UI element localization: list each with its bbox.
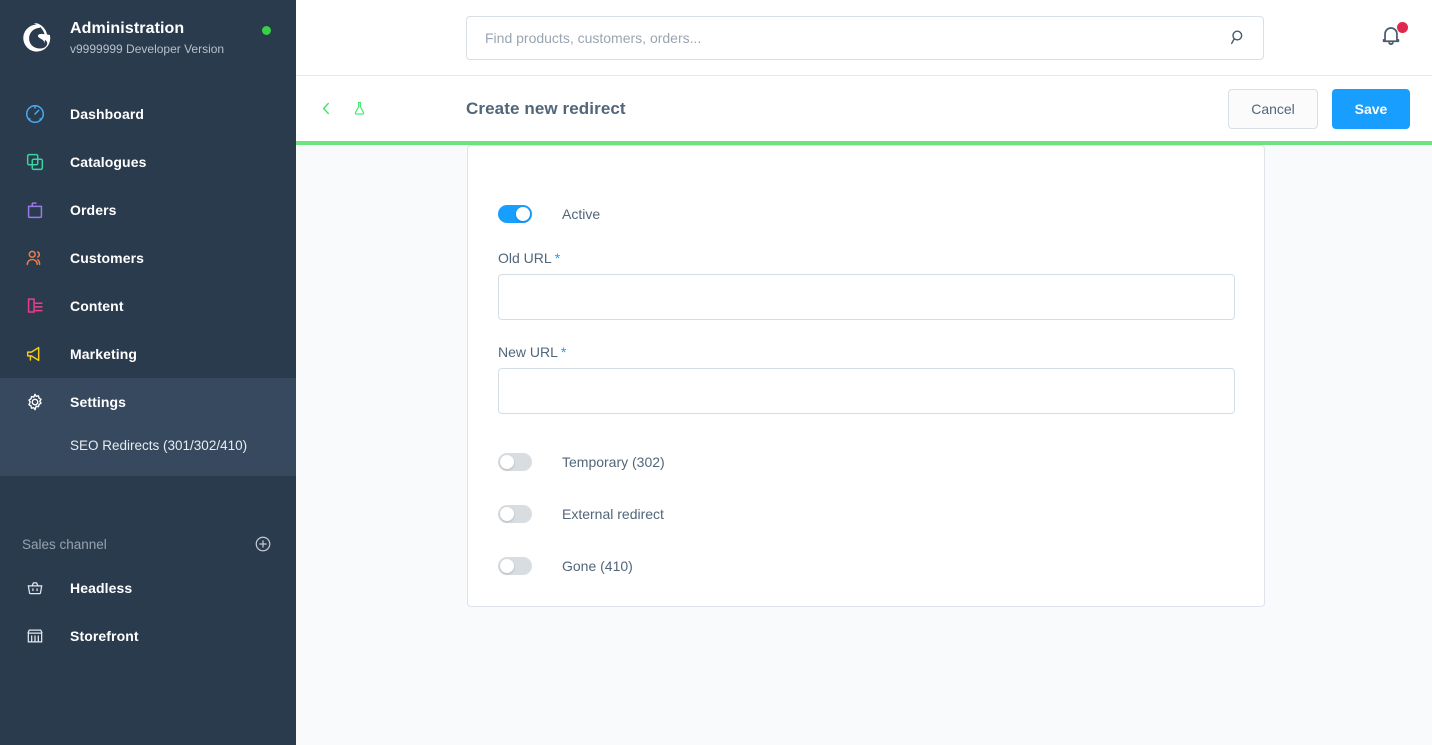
sidebar-item-label: Dashboard [70,106,145,122]
toggle-knob [500,559,514,573]
notifications-button[interactable] [1378,22,1410,54]
sales-channel-heading: Sales channel [22,536,107,552]
old-url-label: Old URL * [498,250,1234,266]
external-redirect-toggle-label: External redirect [562,506,664,522]
sidebar-item-content[interactable]: Content [0,282,296,330]
sidebar-item-label: Headless [70,580,133,596]
smart-bar-icons [318,100,466,117]
gone-toggle-row: Gone (410) [498,554,1234,578]
top-bar [296,0,1432,76]
sidebar-header[interactable]: Administration v9999999 Developer Versio… [0,0,296,76]
active-toggle[interactable] [498,205,532,223]
sidebar-item-orders[interactable]: Orders [0,186,296,234]
temporary-toggle-label: Temporary (302) [562,454,665,470]
sidebar-item-customers[interactable]: Customers [0,234,296,282]
content-area: Active Old URL * New URL * Temporary (30… [296,145,1432,745]
new-url-label-text: New URL [498,344,558,360]
storefront-icon [22,623,48,649]
content-icon [22,293,48,319]
toggle-knob [516,207,530,221]
sidebar-title: Administration [70,20,185,37]
new-url-label: New URL * [498,344,1234,360]
sidebar-item-catalogues[interactable]: Catalogues [0,138,296,186]
temporary-toggle-row: Temporary (302) [498,450,1234,474]
sidebar-item-marketing[interactable]: Marketing [0,330,296,378]
sidebar-item-dashboard[interactable]: Dashboard [0,90,296,138]
smart-bar: Create new redirect Cancel Save [296,76,1432,141]
gone-toggle[interactable] [498,557,532,575]
sidebar-item-label: Storefront [70,628,139,644]
sidebar-nav: Dashboard Catalogues Orders Customers Co… [0,90,296,660]
gear-icon [22,389,48,415]
sidebar-sub-item-label: SEO Redirects (301/302/410) [70,437,248,453]
redirect-options: Temporary (302) External redirect Gone (… [498,450,1234,578]
sidebar-item-label: Content [70,298,124,314]
plus-circle-icon[interactable] [254,535,272,553]
new-url-field: New URL * [498,344,1235,414]
app-root: Administration v9999999 Developer Versio… [0,0,1432,745]
search-input[interactable] [466,15,1264,60]
sidebar-item-label: Marketing [70,346,138,362]
sidebar-item-label: Customers [70,250,145,266]
chevron-left-icon[interactable] [318,100,335,117]
sidebar-item-label: Catalogues [70,154,147,170]
active-toggle-row: Active [498,202,1234,226]
page-title: Create new redirect [466,98,626,118]
required-asterisk: * [554,250,561,266]
orders-icon [22,197,48,223]
sidebar: Administration v9999999 Developer Versio… [0,0,296,745]
notification-badge-dot [1397,22,1408,33]
flask-icon[interactable] [351,100,368,117]
online-status-dot [262,26,271,35]
search-icon[interactable] [1229,28,1248,47]
marketing-icon [22,341,48,367]
cancel-button[interactable]: Cancel [1228,88,1318,129]
redirect-form-card: Active Old URL * New URL * Temporary (30… [467,145,1265,607]
required-asterisk: * [560,344,567,360]
redirect-form: Active Old URL * New URL * Temporary (30… [468,146,1264,578]
sales-channel-header: Sales channel [0,524,296,564]
external-redirect-toggle-row: External redirect [498,502,1234,526]
global-search [466,15,1264,60]
sidebar-version: v9999999 Developer Version [70,42,225,56]
basket-icon [22,575,48,601]
old-url-label-text: Old URL [498,250,552,266]
external-redirect-toggle[interactable] [498,505,532,523]
new-url-input[interactable] [498,368,1235,414]
sidebar-item-label: Settings [70,394,127,410]
dashboard-icon [22,101,48,127]
toggle-knob [500,455,514,469]
toggle-knob [500,507,514,521]
temporary-toggle[interactable] [498,453,532,471]
main-area: Create new redirect Cancel Save Active [296,0,1432,745]
old-url-input[interactable] [498,274,1235,320]
sidebar-item-label: Orders [70,202,117,218]
sidebar-item-storefront[interactable]: Storefront [0,612,296,660]
smart-bar-actions: Cancel Save [1228,88,1410,129]
gone-toggle-label: Gone (410) [562,558,633,574]
save-button[interactable]: Save [1332,88,1410,129]
active-toggle-label: Active [562,206,601,222]
catalogues-icon [22,149,48,175]
sidebar-item-seo-redirects[interactable]: SEO Redirects (301/302/410) [0,426,296,464]
sidebar-item-headless[interactable]: Headless [0,564,296,612]
old-url-field: Old URL * [498,250,1235,320]
sidebar-item-settings[interactable]: Settings [0,378,296,426]
customers-icon [22,245,48,271]
shopware-logo-icon [18,19,56,57]
sidebar-settings-children: SEO Redirects (301/302/410) [0,426,296,476]
